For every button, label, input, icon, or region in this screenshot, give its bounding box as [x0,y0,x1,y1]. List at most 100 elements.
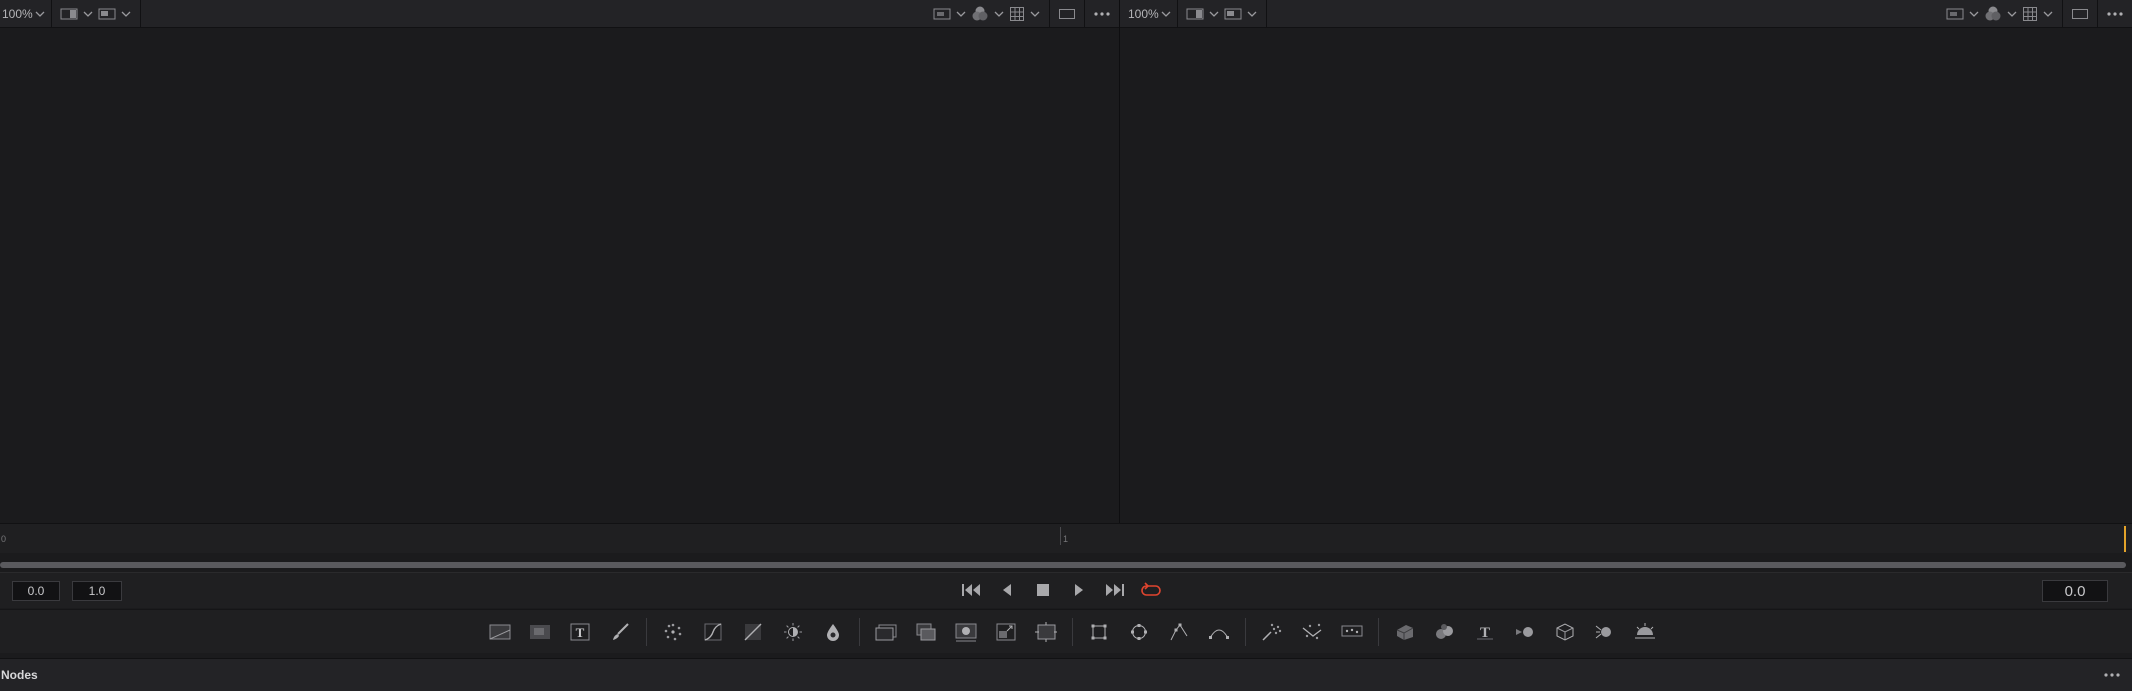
color-channels-icon [972,6,988,20]
skip-to-end-icon [1106,584,1124,596]
background-tool[interactable] [486,618,514,646]
divider [1265,0,1267,27]
shape3d-tool[interactable] [1391,618,1419,646]
grid-icon [1010,6,1024,21]
rectangle-mask-icon [1091,624,1107,640]
color-corrector-icon [744,623,762,641]
region-icon [1059,8,1075,19]
transport-bar: 0.0 1.0 0.0 [0,572,2132,608]
text-tool[interactable]: T [566,618,594,646]
bspline-mask-icon [1209,629,1229,639]
zoom-dropdown[interactable]: 100% [0,7,45,21]
more-icon [2107,11,2123,16]
chevron-down-icon[interactable] [1027,3,1043,25]
zoom-value: 100% [1128,6,1159,21]
loop-button[interactable] [1140,579,1162,601]
mask-icon [955,623,977,642]
roi-button[interactable] [2071,3,2089,25]
ellipse-mask-icon [1131,624,1147,640]
merge3d-tool[interactable] [1431,618,1459,646]
more-icon [1094,11,1110,16]
divider [1072,618,1073,646]
viewer-layout-button[interactable] [1186,3,1204,25]
time-ruler[interactable]: 0 1 [0,523,2132,553]
light3d-tool[interactable] [1591,618,1619,646]
play-reverse-button[interactable] [996,579,1018,601]
play-forward-button[interactable] [1068,579,1090,601]
transform-tool[interactable] [1032,618,1060,646]
ruler-tick [1060,527,1061,545]
particle-kill-tool[interactable] [1338,618,1366,646]
rectangle-mask-tool[interactable] [1085,618,1113,646]
particles-icon [664,623,682,641]
particles-tool[interactable] [659,618,687,646]
particle-render-icon [1302,623,1322,640]
nodes-options-button[interactable] [2100,665,2124,685]
loader-tool[interactable] [872,618,900,646]
polygon-mask-tool[interactable] [1165,618,1193,646]
divider [1176,0,1178,27]
go-to-end-button[interactable] [1104,579,1126,601]
chevron-down-icon[interactable] [953,3,969,25]
grid-button[interactable] [2022,3,2038,25]
left-viewer-toolbar: 100% [0,0,1119,28]
camera3d-tool[interactable] [1511,618,1539,646]
roi-button[interactable] [1058,3,1076,25]
viewer-options-button[interactable] [2106,3,2124,25]
text3d-tool[interactable]: T [1471,618,1499,646]
range-scrollbar[interactable] [0,562,2126,568]
zoom-dropdown[interactable]: 100% [1120,7,1171,21]
viewer-layout-button[interactable] [60,3,78,25]
chevron-down-icon[interactable] [2040,3,2056,25]
divider [139,0,141,27]
chevron-down-icon[interactable] [1244,3,1260,25]
subview-button[interactable] [1224,3,1242,25]
grid-icon [2023,6,2037,21]
viewer-options-button[interactable] [1093,3,1111,25]
tools-toolbar: T T [0,609,2132,653]
right-viewer[interactable] [1120,29,2132,523]
ambient-light-tool[interactable] [1631,618,1659,646]
color-channel-button[interactable] [971,3,989,25]
color-channel-button[interactable] [1984,3,2002,25]
blur-tool[interactable] [819,618,847,646]
image-plane-icon [530,625,550,639]
nodes-title: Nodes [1,668,38,682]
left-viewer[interactable] [0,29,1119,523]
render-end-field[interactable]: 1.0 [72,581,122,601]
merge-tool[interactable] [912,618,940,646]
ellipse-mask-tool[interactable] [1125,618,1153,646]
subview-button[interactable] [98,3,116,25]
image-plane-tool[interactable] [526,618,554,646]
lut-button[interactable] [1946,3,1964,25]
grid-button[interactable] [1009,3,1025,25]
renderer3d-tool[interactable] [1551,618,1579,646]
chevron-down-icon[interactable] [991,3,1007,25]
brightness-contrast-tool[interactable] [779,618,807,646]
mask-tool[interactable] [952,618,980,646]
paint-tool[interactable] [606,618,634,646]
lut-button[interactable] [933,3,951,25]
resize-tool[interactable] [992,618,1020,646]
current-time-field[interactable]: 0.0 [2042,580,2108,602]
chevron-down-icon[interactable] [2004,3,2020,25]
playhead[interactable] [2124,526,2126,552]
paint-icon [613,623,629,640]
divider [1378,618,1379,646]
color-curves-tool[interactable] [699,618,727,646]
go-to-start-button[interactable] [960,579,982,601]
chevron-down-icon[interactable] [1206,3,1222,25]
merge3d-icon [1436,624,1453,639]
chevron-down-icon [1161,11,1171,17]
color-corrector-tool[interactable] [739,618,767,646]
stop-button[interactable] [1032,579,1054,601]
chevron-down-icon[interactable] [80,3,96,25]
render-start-field[interactable]: 0.0 [12,581,60,601]
chevron-down-icon[interactable] [118,3,134,25]
divider [859,618,860,646]
particle-render-tool[interactable] [1298,618,1326,646]
bspline-mask-tool[interactable] [1205,618,1233,646]
subview-icon [1224,8,1242,19]
particle-emitter-tool[interactable] [1258,618,1286,646]
chevron-down-icon[interactable] [1966,3,1982,25]
